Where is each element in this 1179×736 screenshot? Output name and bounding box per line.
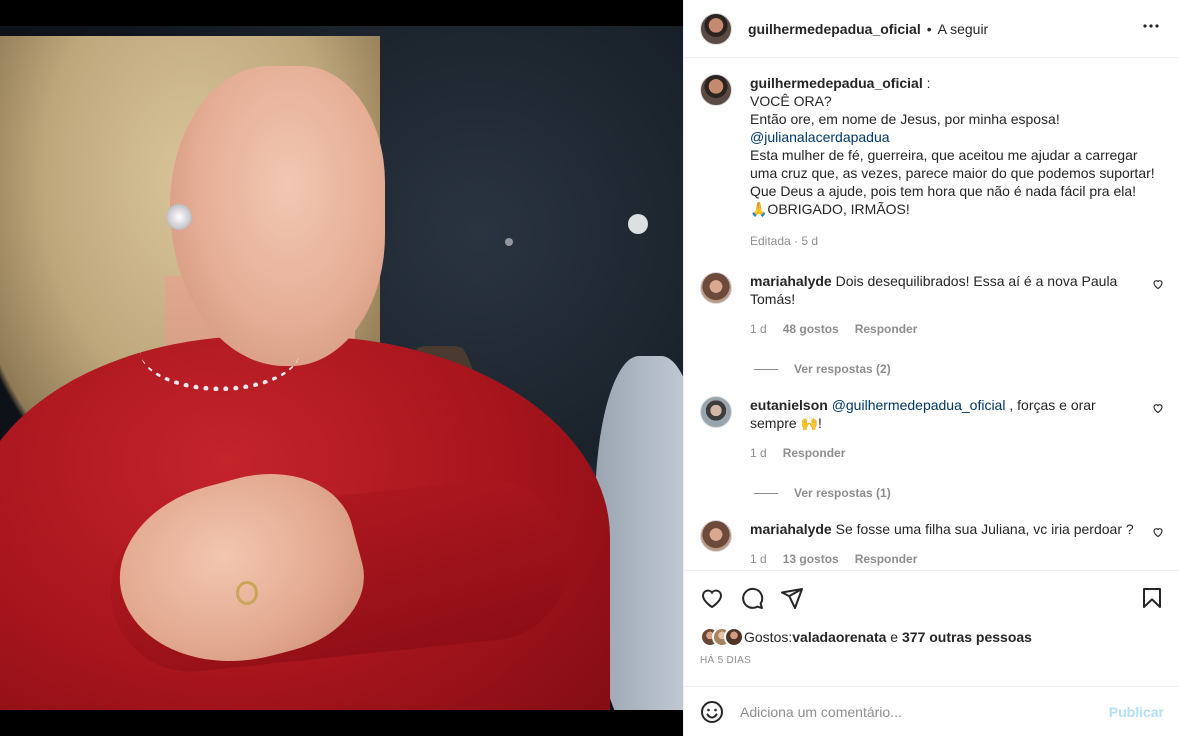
comment-time[interactable]: 1 d — [750, 444, 767, 462]
author-username[interactable]: guilhermedepadua_oficial — [748, 21, 921, 37]
send-icon[interactable] — [780, 586, 804, 610]
comment-icon[interactable] — [740, 586, 764, 610]
comment-like-icon[interactable] — [1152, 278, 1164, 290]
post-header: guilhermedepadua_oficial • A seguir — [684, 0, 1179, 58]
instagram-post-modal: guilhermedepadua_oficial • A seguir guil… — [0, 0, 1179, 736]
comment-like-icon[interactable] — [1152, 402, 1164, 414]
post-actions: Gostos: valadaorenata e 377 outras pesso… — [684, 570, 1179, 666]
comment-likes[interactable]: 13 gostos — [783, 550, 839, 568]
comment-item: mariahalyde Dois desequilibrados! Essa a… — [700, 272, 1164, 338]
comment-username[interactable]: mariahalyde — [750, 273, 832, 289]
view-replies-button[interactable]: Ver respostas (2) — [754, 362, 1164, 376]
header-separator: • — [926, 20, 932, 37]
caption-mention[interactable]: @julianalacerdapadua — [750, 128, 1164, 146]
caption-line-2: Então ore, em nome de Jesus, por minha e… — [750, 111, 1060, 127]
reply-button[interactable]: Responder — [855, 550, 918, 568]
comments-list[interactable]: guilhermedepadua_oficial : VOCÊ ORA? Ent… — [684, 58, 1179, 570]
heart-icon[interactable] — [700, 586, 724, 610]
caption-line-4: 🙏OBRIGADO, IRMÃOS! — [750, 201, 910, 217]
smiley-icon[interactable] — [700, 700, 724, 724]
likes-prefix: Gostos: — [744, 629, 793, 645]
reply-button[interactable]: Responder — [855, 320, 918, 338]
comment-mention[interactable]: @guilhermedepadua_oficial — [832, 397, 1006, 413]
commenter-avatar[interactable] — [700, 520, 732, 552]
commenter-avatar[interactable] — [700, 396, 732, 428]
publish-button[interactable]: Publicar — [1109, 704, 1164, 720]
comment-item: eutanielson @guilhermedepadua_oficial , … — [700, 396, 1164, 462]
liker-avatars[interactable] — [700, 627, 744, 647]
comment-likes[interactable]: 48 gostos — [783, 320, 839, 338]
commenter-avatar[interactable] — [700, 272, 732, 304]
comment-item: mariahalyde Se fosse uma filha sua Julia… — [700, 520, 1164, 568]
caption-colon: : — [922, 75, 931, 91]
caption-line-3: Esta mulher de fé, guerreira, que aceito… — [750, 147, 1155, 199]
post-caption: guilhermedepadua_oficial : VOCÊ ORA? Ent… — [700, 74, 1164, 250]
reply-button[interactable]: Responder — [783, 444, 846, 462]
caption-username[interactable]: guilhermedepadua_oficial — [750, 75, 923, 91]
add-comment-bar: Publicar — [684, 686, 1179, 736]
comment-time[interactable]: 1 d — [750, 320, 767, 338]
post-sidebar: guilhermedepadua_oficial • A seguir guil… — [683, 0, 1179, 736]
caption-avatar[interactable] — [700, 74, 732, 106]
likes-summary: Gostos: valadaorenata e 377 outras pesso… — [700, 625, 1164, 649]
likes-others[interactable]: 377 outras pessoas — [902, 629, 1032, 645]
view-replies-label: Ver respostas (2) — [794, 362, 891, 376]
post-media — [0, 0, 683, 736]
comment-text: Se fosse uma filha sua Juliana, vc iria … — [835, 521, 1134, 537]
caption-line-1: VOCÊ ORA? — [750, 93, 832, 109]
following-button[interactable]: A seguir — [938, 21, 989, 37]
more-horizontal-icon[interactable] — [1139, 14, 1163, 44]
caption-meta: Editada · 5 d — [750, 234, 819, 248]
comment-username[interactable]: eutanielson — [750, 397, 828, 413]
comment-username[interactable]: mariahalyde — [750, 521, 832, 537]
comment-input[interactable] — [740, 703, 1109, 720]
view-replies-button[interactable]: Ver respostas (1) — [754, 486, 1164, 500]
bookmark-icon[interactable] — [1140, 586, 1164, 610]
post-photo[interactable] — [0, 26, 683, 710]
liker-username[interactable]: valadaorenata — [792, 629, 886, 645]
post-timestamp[interactable]: HÁ 5 DIAS — [700, 655, 1164, 666]
comment-time[interactable]: 1 d — [750, 550, 767, 568]
comment-like-icon[interactable] — [1152, 526, 1164, 538]
likes-connector: e — [886, 629, 902, 645]
author-avatar[interactable] — [700, 12, 732, 45]
view-replies-label: Ver respostas (1) — [794, 486, 891, 500]
